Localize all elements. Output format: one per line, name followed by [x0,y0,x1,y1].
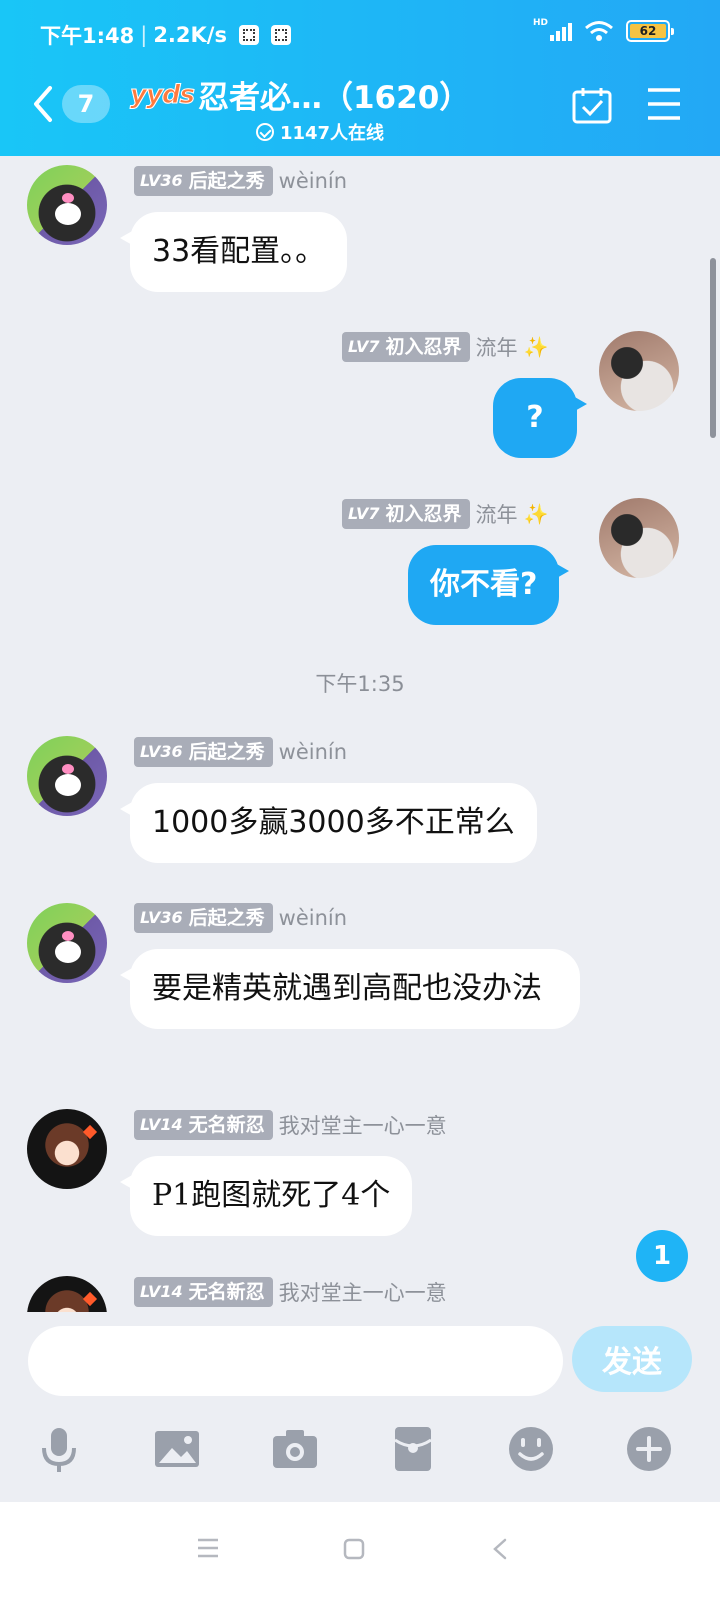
scrollbar[interactable] [710,258,716,438]
back-nav-icon[interactable] [492,1538,508,1560]
message-bubble[interactable]: 33看配置。。 [119,212,348,292]
input-bar: 发送 [0,1312,720,1408]
sender-name: 我对堂主一心一意 [278,1281,447,1305]
unread-count: 7 [62,85,110,123]
red-packet-icon[interactable] [388,1424,438,1474]
sender-name: 我对堂主一心一意 [278,1114,447,1138]
online-status: 1147人在线 [130,119,530,145]
sender-name: wèinín [278,740,348,764]
online-count: 1147人在线 [279,123,385,144]
avatar[interactable] [27,903,107,983]
input-toolbar [0,1408,720,1502]
hd-label: HD [532,18,548,28]
nav-bar: 7 yyds 忍者必…（1620） 1147人在线 [0,66,720,156]
new-message-badge[interactable]: 1 [636,1230,688,1282]
emoji-icon[interactable] [506,1424,556,1474]
status-bar: 下午1:48 | 2.2K/s HD 62 [0,0,720,66]
level-badge: LV7 初入忍界 [342,332,470,362]
message-list[interactable]: LV36 后起之秀 wèinín 33看配置。。 LV7 初入忍界 流年 ✨ ? L… [0,156,720,1336]
sender-name: wèinín [278,906,348,930]
sender-meta: LV7 初入忍界 流年 ✨ [342,332,548,362]
avatar[interactable] [27,1109,107,1189]
status-time: 下午1:48 [40,24,135,48]
system-nav-bar [0,1502,720,1600]
wifi-icon [585,21,613,41]
home-icon[interactable] [343,1538,365,1560]
avatar[interactable] [599,498,679,578]
level-badge: LV14 无名新忍 [134,1277,273,1307]
sender-meta: LV36 后起之秀 wèinín [134,166,347,196]
sender-meta: LV14 无名新忍 我对堂主一心一意 [134,1277,447,1307]
network-speed: 2.2K/s [153,23,227,47]
plus-icon[interactable] [624,1424,674,1474]
menu-icon[interactable] [646,86,682,122]
image-icon[interactable] [152,1424,202,1474]
group-title: 忍者必…（1620） [197,80,471,116]
chat-header: 下午1:48 | 2.2K/s HD 62 7 yyds 忍者必…（1620） … [0,0,720,156]
back-button[interactable]: 7 [30,82,114,126]
message-bubble[interactable]: 要是精英就遇到高配也没办法 [120,949,580,1029]
timestamp: 下午1:35 [315,672,405,696]
avatar[interactable] [599,331,679,411]
sparkle-icon: ✨ [523,502,549,526]
sender-meta: LV36 后起之秀 wèinín [134,737,347,767]
notification-icon [238,25,259,45]
battery-icon: 62 [626,20,674,42]
level-badge: LV14 无名新忍 [134,1110,273,1140]
avatar[interactable] [27,736,107,816]
level-badge: LV7 初入忍界 [342,499,470,529]
group-title-area[interactable]: yyds 忍者必…（1620） 1147人在线 [130,72,530,145]
sender-meta: LV14 无名新忍 我对堂主一心一意 [134,1110,447,1140]
sender-name: 流年 [475,336,518,360]
message-bubble[interactable]: ? [493,378,587,458]
sender-name: 流年 [475,503,518,527]
camera-icon[interactable] [270,1424,320,1474]
message-bubble[interactable]: 1000多赢3000多不正常么 [120,783,537,863]
level-badge: LV36 后起之秀 [134,166,273,196]
sender-meta: LV36 后起之秀 wèinín [134,903,347,933]
sender-name: wèinín [278,169,348,193]
send-button[interactable]: 发送 [572,1326,692,1392]
group-logo: yyds [130,79,196,110]
calendar-check-icon[interactable] [572,86,612,124]
level-badge: LV36 后起之秀 [134,737,273,767]
message-bubble[interactable]: P1跑图就死了4个 [119,1156,413,1236]
level-badge: LV36 后起之秀 [134,903,273,933]
online-check-icon [255,123,274,141]
recent-apps-icon[interactable] [196,1538,220,1558]
microphone-icon[interactable] [34,1424,84,1474]
message-bubble[interactable]: 你不看? [408,545,570,625]
signal-icon [550,21,572,41]
chevron-left-icon [34,86,52,122]
battery-level: 62 [630,24,666,38]
notification-icon [270,25,291,45]
sender-meta: LV7 初入忍界 流年 ✨ [342,499,548,529]
message-input[interactable] [28,1326,563,1396]
sparkle-icon: ✨ [523,335,549,359]
avatar[interactable] [27,165,107,245]
